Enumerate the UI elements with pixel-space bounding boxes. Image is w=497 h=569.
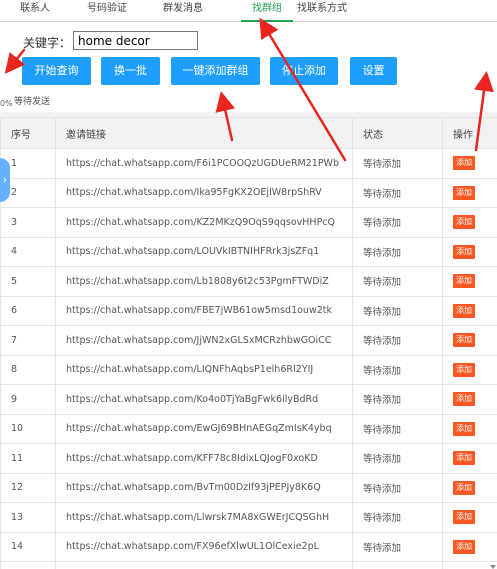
arrow-to-find-groups-tab bbox=[259, 17, 347, 162]
arrow-to-add-all bbox=[215, 91, 236, 142]
arrow-to-keyword bbox=[4, 48, 26, 74]
annotation-arrows bbox=[4, 17, 494, 162]
arrow-to-action-column bbox=[474, 71, 494, 152]
